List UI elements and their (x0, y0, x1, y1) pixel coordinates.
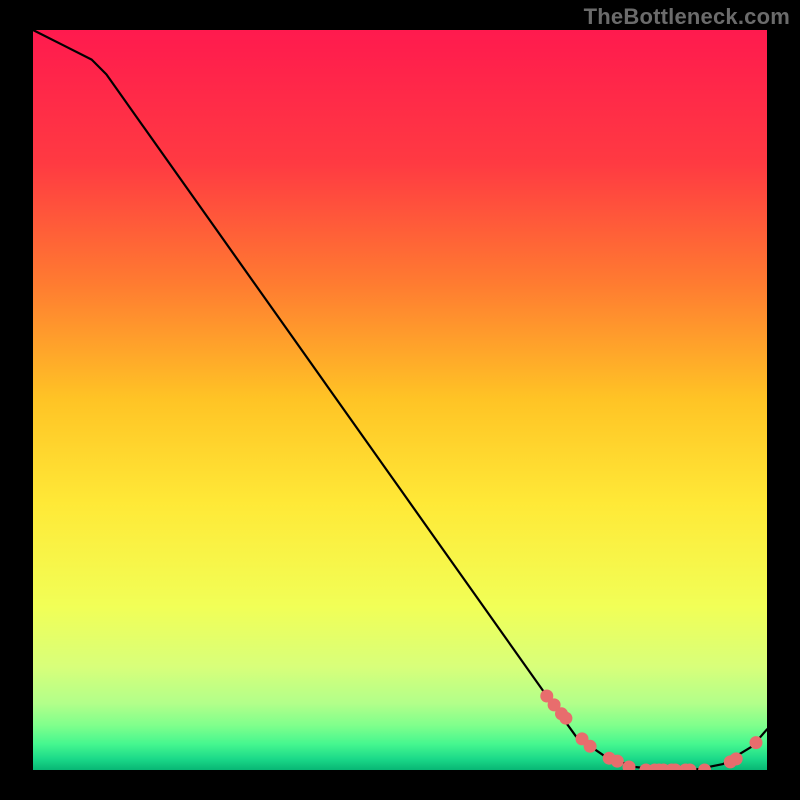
bottleneck-curve-plot (0, 0, 800, 800)
data-marker (559, 712, 572, 725)
data-marker (683, 764, 696, 777)
data-marker (698, 764, 711, 777)
data-marker (611, 755, 624, 768)
data-marker (623, 761, 636, 774)
data-marker (750, 736, 763, 749)
chart-stage: TheBottleneck.com (0, 0, 800, 800)
data-marker (730, 752, 743, 765)
plot-background (33, 30, 767, 770)
data-marker (584, 740, 597, 753)
